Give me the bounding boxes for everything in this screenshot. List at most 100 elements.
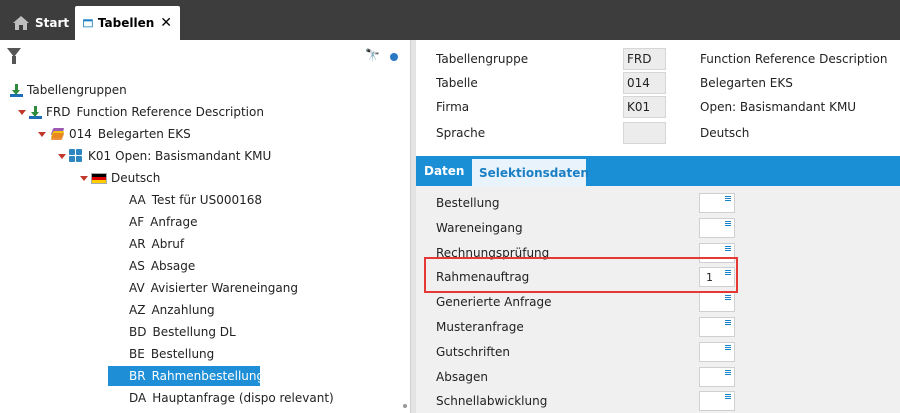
selection-label: Rahmenauftrag bbox=[436, 270, 530, 284]
tree-node-group[interactable]: FRD Function Reference Description bbox=[18, 102, 264, 122]
header-description: Function Reference Description bbox=[700, 52, 888, 66]
list-icon[interactable] bbox=[725, 345, 731, 350]
list-icon[interactable] bbox=[725, 320, 731, 325]
tree-leaf-label: Abruf bbox=[151, 237, 185, 251]
import-icon bbox=[10, 83, 23, 97]
selection-panel: Bestellung Wareneingang Rechnungsprüfung… bbox=[416, 186, 900, 413]
tree-pane: 🔭 Tabellengruppen FRD Function Reference… bbox=[0, 40, 410, 413]
selection-value-field[interactable] bbox=[699, 193, 735, 213]
list-icon[interactable] bbox=[725, 394, 731, 399]
selection-label: Wareneingang bbox=[436, 221, 523, 235]
close-icon[interactable]: ✕ bbox=[160, 15, 172, 31]
selection-row: Generierte Anfrage bbox=[416, 290, 900, 312]
header-description: Belegarten EKS bbox=[700, 76, 793, 90]
tree-leaf[interactable]: AZ Anzahlung bbox=[108, 300, 260, 320]
header-value-field[interactable]: 014 bbox=[623, 72, 666, 94]
tree-node-table-label: Belegarten EKS bbox=[97, 127, 191, 141]
tree-node-language[interactable]: Deutsch bbox=[80, 168, 160, 188]
selection-value-field[interactable] bbox=[699, 243, 735, 263]
selection-label: Schnellabwicklung bbox=[436, 394, 548, 408]
puzzle-icon bbox=[69, 149, 84, 163]
expand-caret-icon[interactable] bbox=[58, 153, 66, 159]
tree-leaf[interactable]: AA Test für US000168 bbox=[108, 190, 262, 210]
tree-leaf-selected[interactable]: BR Rahmenbestellung bbox=[108, 366, 264, 386]
selection-row: Schnellabwicklung bbox=[416, 389, 900, 411]
selection-label: Bestellung bbox=[436, 196, 500, 210]
header-row-tabelle: Tabelle 014 Belegarten EKS bbox=[416, 72, 900, 94]
tree-leaf-label: Bestellung DL bbox=[152, 325, 236, 339]
selection-row: Rechnungsprüfung bbox=[416, 241, 900, 263]
selection-label: Musteranfrage bbox=[436, 320, 524, 334]
list-icon[interactable] bbox=[725, 270, 731, 275]
scroll-indicator[interactable] bbox=[403, 404, 407, 408]
tree-root[interactable]: Tabellengruppen bbox=[10, 80, 127, 100]
selection-value-field[interactable] bbox=[699, 317, 735, 337]
tree-node-company-label: Open: Basismandant KMU bbox=[115, 149, 272, 163]
tree-root-label: Tabellengruppen bbox=[27, 83, 127, 97]
tab-daten[interactable]: Daten bbox=[416, 156, 472, 186]
list-icon[interactable] bbox=[725, 246, 731, 251]
header-value-field[interactable] bbox=[623, 122, 666, 144]
header-label: Firma bbox=[436, 100, 470, 114]
tree-node-language-label: Deutsch bbox=[111, 171, 161, 185]
tree-leaf-code: AS bbox=[129, 259, 145, 273]
tree-leaf-code: AZ bbox=[129, 303, 146, 317]
tree-node-table-code: 014 bbox=[69, 127, 92, 141]
tree-leaf-label: Absage bbox=[150, 259, 196, 273]
tree-leaf[interactable]: AV Avisierter Wareneingang bbox=[108, 278, 298, 298]
status-dot-icon[interactable] bbox=[390, 53, 398, 61]
tree-leaf[interactable]: DA Hauptanfrage (dispo relevant) bbox=[108, 388, 348, 408]
tab-selektionsdaten[interactable]: Selektionsdaten bbox=[472, 156, 589, 186]
layers-icon bbox=[49, 128, 65, 140]
tree-node-company-code: K01 bbox=[88, 149, 112, 163]
list-icon[interactable] bbox=[725, 295, 731, 300]
selection-row: Absagen bbox=[416, 365, 900, 387]
expand-caret-icon[interactable] bbox=[38, 131, 46, 137]
expand-caret-icon[interactable] bbox=[80, 175, 88, 181]
tree-leaf[interactable]: AS Absage bbox=[108, 256, 260, 276]
tree-leaf-code: BR bbox=[129, 369, 146, 383]
tree-node-table[interactable]: 014 Belegarten EKS bbox=[38, 124, 191, 144]
tree-leaf[interactable]: BE Bestellung bbox=[108, 344, 260, 364]
list-icon[interactable] bbox=[725, 370, 731, 375]
header-description: Deutsch bbox=[700, 126, 750, 140]
header-row-tabellengruppe: Tabellengruppe FRD Function Reference De… bbox=[416, 48, 900, 70]
selection-value: 1 bbox=[706, 270, 713, 284]
tree-node-group-code: FRD bbox=[46, 105, 71, 119]
tab-start[interactable]: Start bbox=[4, 6, 77, 40]
list-icon[interactable] bbox=[725, 221, 731, 226]
tree-leaf-label: Bestellung bbox=[150, 347, 215, 361]
selection-row: Musteranfrage bbox=[416, 315, 900, 337]
tree-node-company[interactable]: K01 Open: Basismandant KMU bbox=[58, 146, 271, 166]
selection-value-field[interactable] bbox=[699, 292, 735, 312]
tree-node-group-label: Function Reference Description bbox=[76, 105, 264, 119]
tree-leaf-code: AV bbox=[129, 281, 145, 295]
tab-tabellen-label: Tabellen bbox=[97, 16, 155, 30]
binoculars-icon[interactable]: 🔭 bbox=[365, 48, 380, 62]
selection-row: Wareneingang bbox=[416, 216, 900, 238]
home-icon bbox=[13, 16, 29, 30]
tree-leaf[interactable]: AF Anfrage bbox=[108, 212, 260, 232]
import-icon bbox=[29, 105, 42, 119]
tree-leaf-label: Anfrage bbox=[150, 215, 198, 229]
tree-leaf-code: BE bbox=[129, 347, 145, 361]
tab-tabellen[interactable]: Tabellen ✕ bbox=[75, 6, 180, 40]
german-flag-icon bbox=[91, 172, 107, 184]
tree-leaf-code: AA bbox=[129, 193, 146, 207]
expand-caret-icon[interactable] bbox=[18, 109, 26, 115]
tree-leaf[interactable]: BD Bestellung DL bbox=[108, 322, 260, 342]
tree-toolbar: 🔭 bbox=[0, 40, 410, 70]
selection-value-field[interactable]: 1 bbox=[699, 267, 735, 287]
tree-leaf[interactable]: AR Abruf bbox=[108, 234, 260, 254]
header-value-field[interactable]: FRD bbox=[623, 48, 666, 70]
list-icon[interactable] bbox=[725, 196, 731, 201]
selection-value-field[interactable] bbox=[699, 218, 735, 238]
selection-value-field[interactable] bbox=[699, 342, 735, 362]
header-value-field[interactable]: K01 bbox=[623, 96, 666, 118]
tree-leaf-code: AF bbox=[129, 215, 145, 229]
filter-icon[interactable] bbox=[7, 48, 21, 64]
tree-leaf-label: Test für US000168 bbox=[151, 193, 262, 207]
selection-value-field[interactable] bbox=[699, 367, 735, 387]
selection-value-field[interactable] bbox=[699, 391, 735, 411]
detail-tab-strip: Daten Selektionsdaten bbox=[416, 156, 900, 186]
